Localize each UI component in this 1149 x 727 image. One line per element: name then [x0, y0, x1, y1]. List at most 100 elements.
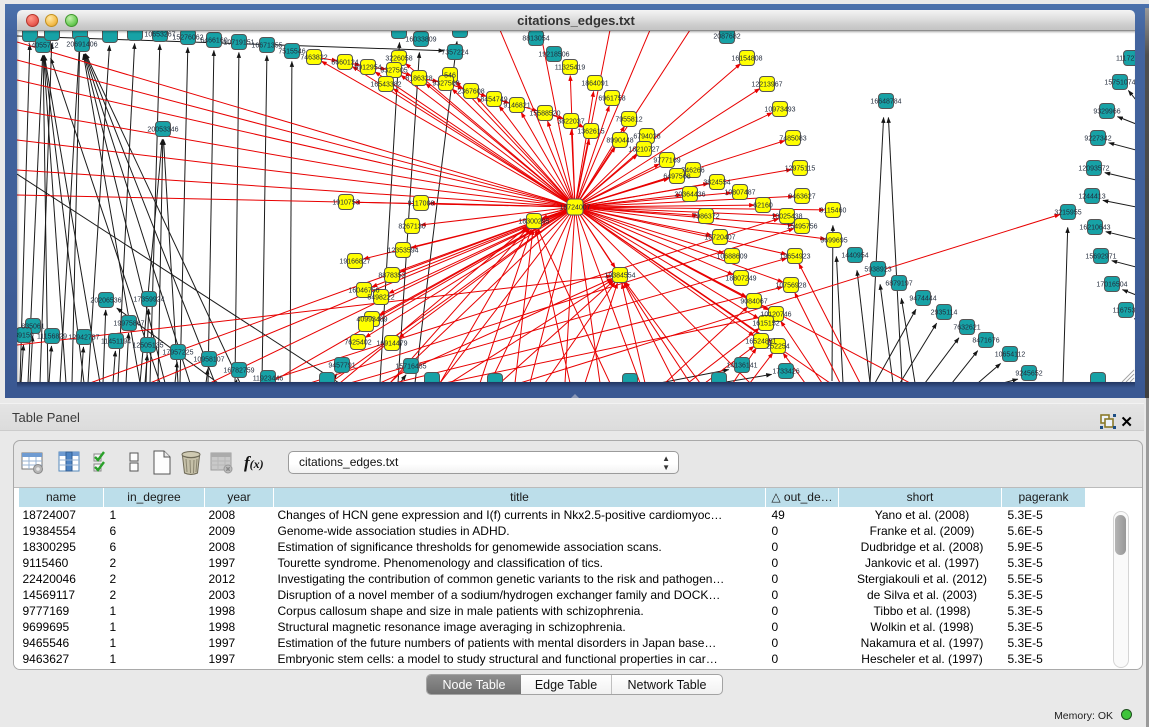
svg-text:12353594: 12353594: [387, 248, 418, 255]
svg-text:10973493: 10973493: [764, 107, 795, 114]
svg-text:9227342: 9227342: [1084, 136, 1111, 143]
svg-text:16543382: 16543382: [370, 82, 401, 89]
svg-text:15692971: 15692971: [1085, 254, 1116, 261]
svg-text:2367608: 2367608: [457, 89, 484, 96]
svg-text:5498222: 5498222: [367, 295, 394, 302]
svg-text:16210643: 16210643: [1079, 225, 1110, 232]
svg-text:39159: 39159: [17, 333, 34, 340]
svg-text:12505135: 12505135: [132, 343, 163, 350]
svg-text:12213967: 12213967: [751, 82, 782, 89]
svg-text:3215955: 3215955: [1054, 210, 1081, 217]
svg-text:17016504: 17016504: [1096, 282, 1127, 289]
svg-text:10807487: 10807487: [724, 190, 755, 197]
svg-text:18807249: 18807249: [725, 276, 756, 283]
svg-text:1362615: 1362615: [577, 129, 604, 136]
svg-text:40993489: 40993489: [356, 317, 387, 324]
svg-text:3824554: 3824554: [703, 180, 730, 187]
svg-text:7986372: 7986372: [692, 214, 719, 221]
svg-text:3226058: 3226058: [385, 56, 412, 63]
svg-text:7625402: 7625402: [344, 340, 371, 347]
svg-text:12942737: 12942737: [68, 335, 99, 342]
svg-text:9117008: 9117008: [408, 201, 435, 208]
svg-text:9115460: 9115460: [820, 208, 847, 215]
svg-text:6794028: 6794028: [633, 134, 660, 141]
svg-text:10654112: 10654112: [995, 352, 1026, 359]
svg-text:5938923: 5938923: [864, 267, 891, 274]
svg-text:19654923: 19654923: [779, 254, 810, 261]
svg-text:10120746: 10120746: [760, 312, 791, 319]
svg-text:15276062: 15276062: [172, 35, 203, 42]
svg-text:8471676: 8471676: [972, 338, 999, 345]
svg-text:19166827: 19166827: [339, 259, 370, 266]
svg-text:8878352: 8878352: [378, 273, 405, 280]
svg-text:835061: 835061: [21, 324, 44, 331]
svg-text:11451194: 11451194: [101, 339, 131, 346]
svg-text:12975115: 12975115: [785, 166, 816, 173]
svg-text:17359924: 17359924: [133, 297, 164, 304]
svg-text:8267130: 8267130: [398, 224, 425, 231]
svg-text:16648784: 16648784: [870, 99, 901, 106]
svg-text:15495756: 15495756: [786, 224, 817, 231]
svg-text:1440954: 1440954: [841, 253, 868, 260]
svg-text:8990448: 8990448: [606, 138, 633, 145]
svg-text:15720407: 15720407: [704, 235, 735, 242]
svg-text:9699695: 9699695: [820, 238, 847, 245]
svg-text:7485083: 7485083: [779, 136, 806, 143]
svg-text:3822037: 3822037: [557, 119, 584, 126]
svg-text:17957225: 17957225: [162, 350, 193, 357]
svg-text:8186328: 8186328: [405, 76, 432, 83]
svg-text:546: 546: [444, 73, 456, 80]
svg-text:9777169: 9777169: [653, 158, 680, 165]
svg-text:9327508: 9327508: [432, 81, 459, 88]
svg-text:62160: 62160: [753, 203, 773, 210]
svg-text:14055712: 14055712: [27, 43, 58, 50]
svg-text:6879197: 6879197: [885, 281, 912, 288]
svg-text:10653267: 10653267: [144, 32, 175, 39]
svg-text:8912954: 8912954: [354, 65, 381, 72]
svg-text:11325419: 11325419: [555, 65, 586, 72]
svg-text:16210727: 16210727: [628, 147, 659, 154]
svg-text:7632621: 7632621: [953, 325, 980, 332]
svg-text:18724007: 18724007: [559, 205, 590, 212]
svg-text:2935114: 2935114: [931, 310, 958, 317]
svg-text:1615152: 1615152: [752, 321, 779, 328]
svg-text:8813054: 8813054: [522, 36, 549, 43]
svg-text:15588520: 15588520: [529, 111, 560, 118]
svg-text:1733426: 1733426: [772, 369, 799, 376]
svg-text:9327505: 9327505: [380, 68, 407, 75]
svg-text:9463627: 9463627: [788, 194, 815, 201]
svg-text:10025438: 10025438: [771, 214, 802, 221]
svg-text:1910753: 1910753: [332, 200, 359, 207]
svg-text:19218506: 19218506: [538, 52, 569, 59]
svg-text:20364436: 20364436: [674, 192, 705, 199]
svg-text:16033809: 16033809: [405, 37, 436, 44]
svg-text:6961758: 6961758: [598, 96, 625, 103]
svg-text:1244413: 1244413: [1078, 194, 1105, 201]
svg-text:11156829: 11156829: [37, 334, 67, 341]
svg-text:16046756: 16046756: [348, 288, 379, 295]
svg-text:9146821: 9146821: [503, 103, 530, 110]
svg-text:9245652: 9245652: [1015, 371, 1042, 378]
svg-text:2087682: 2087682: [713, 34, 740, 41]
svg-text:7357224: 7357224: [441, 50, 468, 57]
svg-text:20206536: 20206536: [90, 298, 121, 305]
svg-text:14136141: 14136141: [726, 363, 757, 370]
svg-text:19384554: 19384554: [604, 273, 635, 280]
svg-text:16914479: 16914479: [376, 341, 407, 348]
svg-text:11172704: 11172704: [1116, 56, 1135, 63]
svg-text:18300295: 18300295: [518, 219, 549, 226]
svg-text:10688609: 10688609: [716, 254, 747, 261]
svg-text:16154808: 16154808: [731, 56, 762, 63]
svg-text:9457791: 9457791: [328, 363, 355, 370]
svg-text:10958107: 10958107: [193, 357, 224, 364]
svg-text:1167533: 1167533: [1113, 308, 1135, 315]
svg-text:10719151: 10719151: [223, 40, 254, 47]
svg-text:20053346: 20053346: [147, 127, 178, 134]
svg-text:15716485: 15716485: [395, 364, 426, 371]
svg-text:7463822: 7463822: [300, 55, 327, 62]
svg-text:16782759: 16782759: [223, 368, 254, 375]
svg-text:9474444: 9474444: [909, 296, 936, 303]
svg-text:252254: 252254: [766, 344, 789, 351]
svg-text:1864091: 1864091: [581, 81, 608, 88]
svg-text:6497568: 6497568: [663, 174, 690, 181]
